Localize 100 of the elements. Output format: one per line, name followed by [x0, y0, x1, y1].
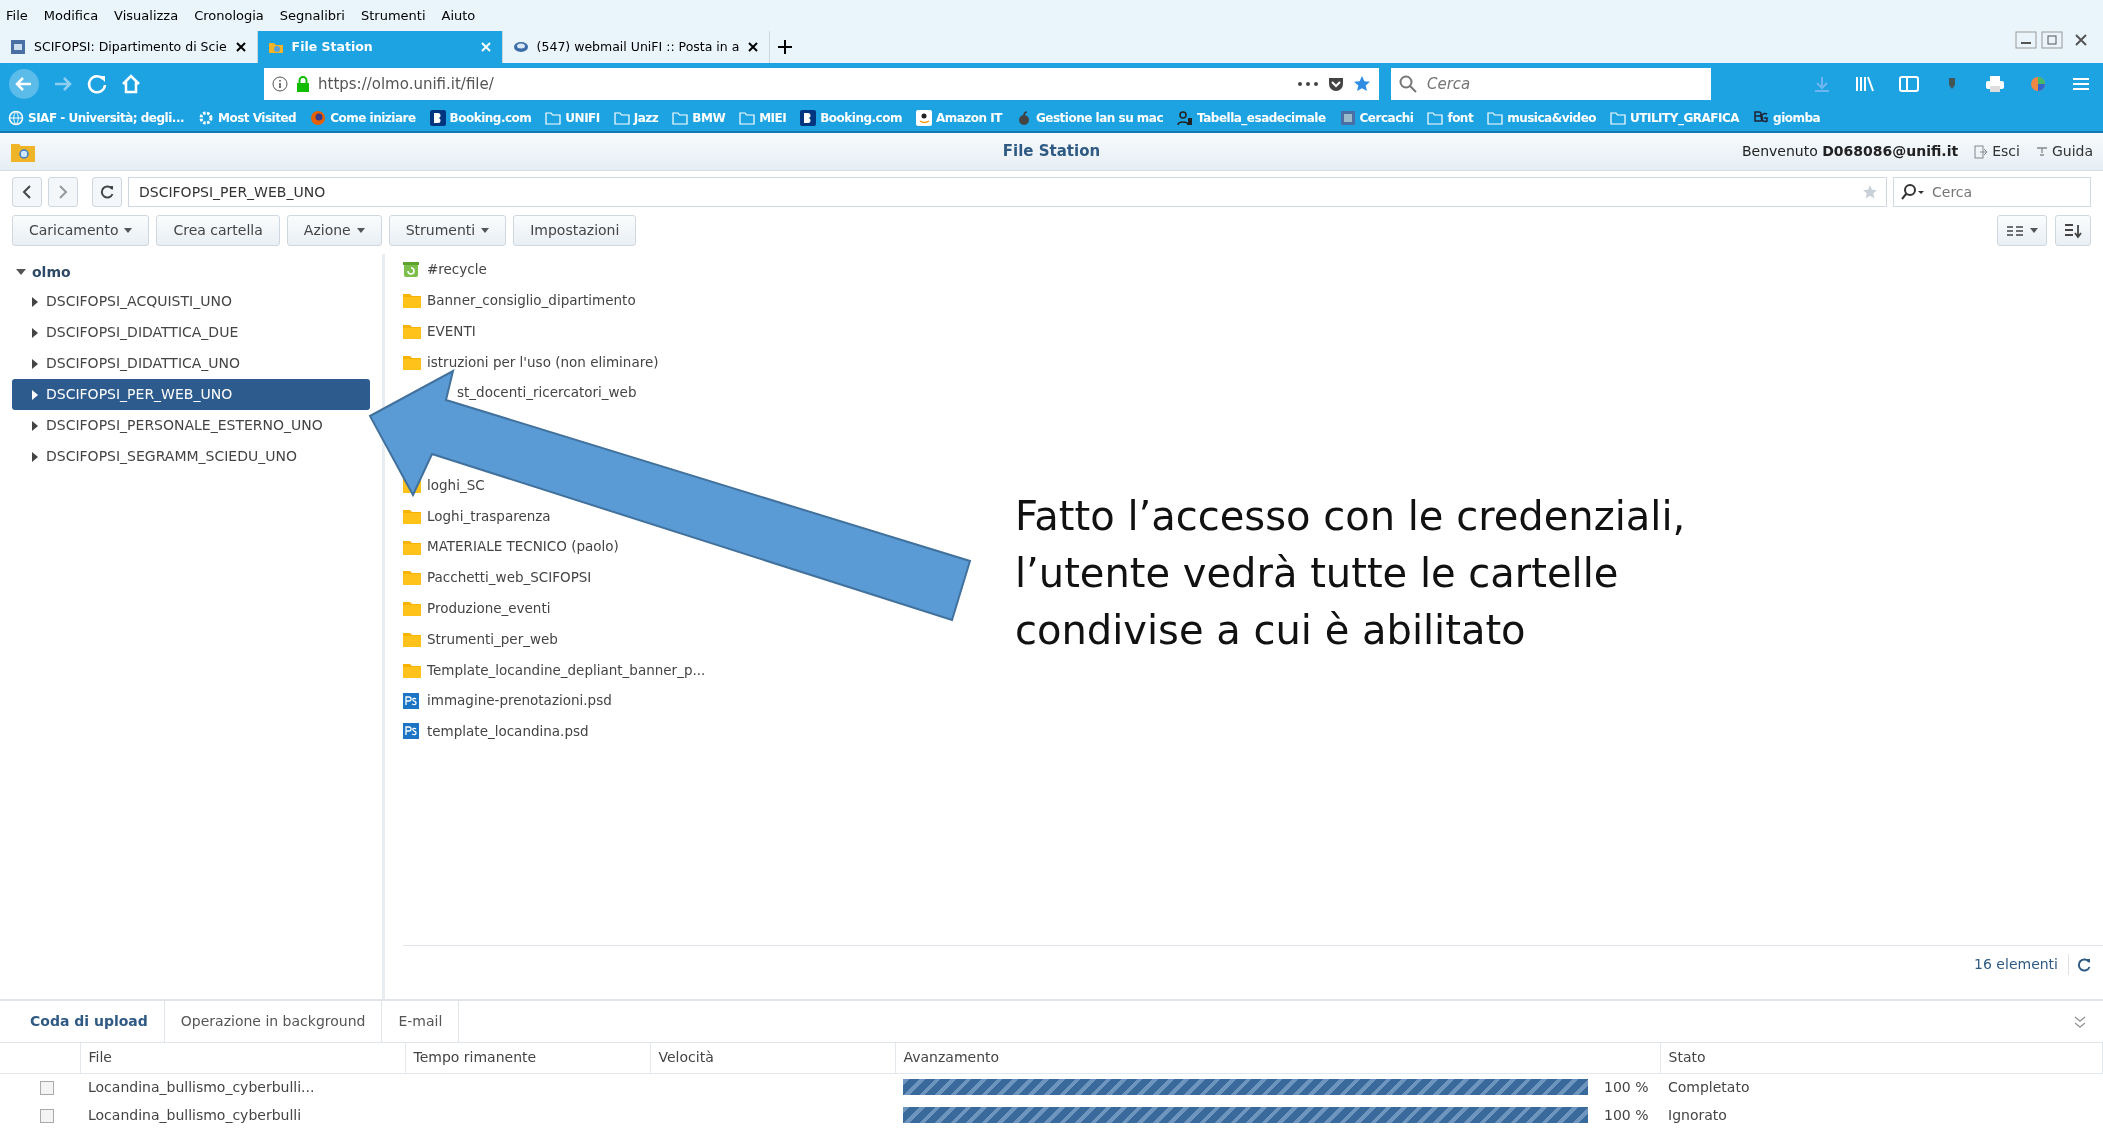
globe-icon [8, 110, 24, 126]
file-name[interactable]: istruzioni per l'uso (non eliminare) [427, 351, 659, 372]
welcome-text: Benvenuto D068086@unifi.it [1741, 142, 1959, 161]
folder-icon [1427, 110, 1444, 126]
chevron-right-icon [58, 185, 68, 199]
tree-item[interactable]: DSCIFOPSI_ACQUISTI_UNO [12, 286, 370, 317]
close-icon[interactable] [234, 41, 247, 53]
lock-icon [296, 76, 310, 92]
column-header: Stato [1660, 1043, 2103, 1073]
file-name[interactable]: Strumenti_per_web [427, 628, 558, 650]
menu-item[interactable]: Segnalibri [279, 5, 345, 26]
tree-root[interactable]: olmo [12, 258, 370, 286]
file-name[interactable]: Banner_consiglio_dipartimento [427, 290, 636, 311]
file-name[interactable]: st_docenti_ricercatori_web [457, 382, 637, 403]
toolbar-button[interactable]: Impostazioni [513, 215, 637, 246]
refresh-button[interactable] [92, 177, 122, 207]
folder-icon [403, 600, 421, 617]
sort-button[interactable] [2055, 215, 2091, 246]
file-name[interactable]: #recycle [427, 259, 487, 280]
menu-item[interactable]: Visualizza [114, 5, 179, 26]
people-icon [1177, 110, 1194, 126]
item-count: 16 elementi [1974, 955, 2058, 974]
search-field[interactable]: Cerca [1893, 177, 2091, 207]
path-field[interactable]: DSCIFOPSI_PER_WEB_UNO [137, 180, 1862, 204]
forward-button[interactable] [48, 177, 78, 207]
panel-tab[interactable]: Coda di upload [14, 1000, 165, 1043]
folder-icon [403, 353, 421, 370]
file-name[interactable]: loghi_SC [427, 474, 485, 496]
help-link[interactable]: Guida [2035, 141, 2093, 162]
file-name[interactable]: Loghi_trasparenza [427, 505, 551, 526]
column-header: Tempo rimanente [405, 1043, 650, 1073]
status-cell-text: Ignorato [1667, 1105, 1728, 1125]
file-name[interactable]: Template_locandine_depliant_banner_p... [427, 659, 706, 680]
tree-item[interactable]: DSCIFOPSI_SEGRAMM_SCIEDU_UNO [12, 441, 370, 472]
file-name[interactable]: Pacchetti_web_SCIFOPSI [427, 567, 592, 588]
recycle-bin-icon [403, 261, 421, 278]
menu-icon[interactable] [2071, 75, 2091, 93]
column-header: Avanzamento [895, 1043, 1660, 1073]
toolbar-button[interactable]: Caricamento [12, 215, 150, 246]
tree-item[interactable]: DSCIFOPSI_PERSONALE_ESTERNO_UNO [12, 410, 370, 441]
address-bar[interactable]: https://olmo.unifi.it/file/ [264, 68, 1379, 100]
file-name[interactable]: immagine-prenotazioni.psd [427, 690, 612, 711]
search-field[interactable]: Cerca [1391, 68, 1711, 100]
path-field[interactable]: DSCIFOPSI_PER_WEB_UNO [128, 177, 1887, 207]
firefox-icon [310, 110, 327, 126]
toolbar-button[interactable]: Strumenti [388, 215, 507, 246]
file-name[interactable]: MATERIALE TECNICO (paolo) [427, 536, 619, 557]
table-cell-text: Locandina_bullismo_cyberbulli [87, 1105, 303, 1125]
checkbox-icon[interactable] [40, 1080, 54, 1095]
color-wheel-icon[interactable] [2029, 75, 2047, 93]
minimize-icon[interactable] [2015, 31, 2037, 49]
tree-item[interactable]: DSCIFOPSI_DIDATTICA_UNO [12, 348, 370, 379]
back-icon[interactable] [8, 68, 40, 100]
refresh-icon [100, 185, 114, 199]
booking-icon [429, 110, 446, 126]
star-icon[interactable] [1862, 184, 1878, 200]
info-icon [272, 76, 288, 92]
home-icon[interactable] [120, 73, 142, 95]
caret-icon [32, 451, 38, 462]
print-icon[interactable] [1985, 75, 2005, 93]
shield-icon[interactable] [1327, 75, 1345, 93]
site-icon [10, 39, 26, 55]
amazon-icon [916, 110, 932, 126]
file-name[interactable]: EVENTI [427, 320, 476, 342]
close-icon[interactable] [747, 41, 760, 53]
folder-icon [403, 630, 421, 647]
toolbar-button[interactable]: Azione [286, 215, 382, 246]
refresh-icon[interactable] [2077, 958, 2091, 972]
sidebar-icon[interactable] [1899, 75, 1919, 93]
menu-item[interactable]: File [6, 5, 28, 26]
checkbox-icon[interactable] [40, 1108, 54, 1123]
search-icon [1900, 183, 1926, 201]
back-button[interactable] [12, 177, 42, 207]
folder-icon [1487, 110, 1504, 126]
table-cell: Locandina_bullismo_cyberbulli... [80, 1073, 405, 1101]
folder-icon [403, 569, 421, 586]
menu-item[interactable]: Strumenti [361, 5, 426, 26]
column-header: Velocità [650, 1043, 895, 1073]
folder-icon [1610, 110, 1627, 126]
menu-item[interactable]: Aiuto [441, 5, 476, 26]
reload-icon[interactable] [86, 73, 108, 95]
star-icon[interactable] [1353, 75, 1371, 93]
collapse-icon[interactable] [2073, 1015, 2087, 1030]
folder-icon [672, 110, 689, 126]
caret-icon [2030, 228, 2038, 233]
file-name[interactable]: Produzione_eventi [427, 598, 551, 619]
list-view-icon [2006, 224, 2024, 237]
toolbar-button[interactable]: Crea cartella [156, 215, 280, 246]
view-mode-button[interactable] [1997, 215, 2047, 246]
menu-item[interactable]: Modifica [43, 5, 99, 26]
panel-tab[interactable]: Operazione in background [164, 1000, 383, 1043]
library-icon[interactable] [1855, 75, 1875, 93]
panel-tab[interactable]: E-mail [382, 1000, 460, 1043]
folder-icon [403, 323, 421, 339]
more-icon[interactable] [1297, 80, 1319, 88]
file-name[interactable]: template_locandina.psd [427, 721, 589, 742]
logout-link[interactable]: Esci [1974, 141, 2020, 162]
tree-item[interactable]: DSCIFOPSI_DIDATTICA_DUE [12, 317, 370, 348]
menu-item[interactable]: Cronologia [194, 5, 264, 26]
tree-item[interactable]: DSCIFOPSI_PER_WEB_UNO [12, 379, 370, 410]
